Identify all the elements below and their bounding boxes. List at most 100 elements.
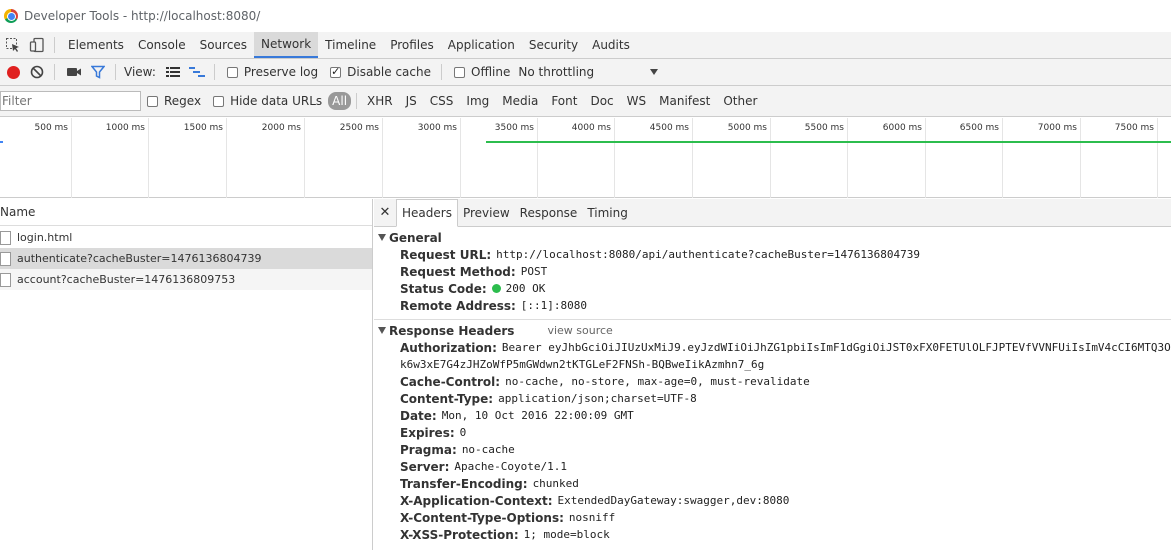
tab-network[interactable]: Network (254, 32, 319, 58)
general-section-toggle[interactable]: General (378, 229, 1171, 246)
filter-bar: Regex Hide data URLs All XHR JS CSS Img … (0, 86, 1171, 117)
throttling-select[interactable]: No throttling (518, 65, 659, 79)
request-name: login.html (17, 231, 73, 244)
header-key: Status Code: (400, 281, 487, 296)
tab-headers[interactable]: Headers (396, 199, 458, 227)
checkbox-box (147, 95, 158, 107)
timeline-tick: 6000 ms (848, 118, 926, 198)
tab-timeline[interactable]: Timeline (318, 32, 383, 58)
header-value: 200 OK (505, 282, 546, 295)
header-row-transfer-encoding: Transfer-Encoding: chunked (400, 475, 1171, 492)
details-tabbar: ✕ Headers Preview Response Timing (374, 199, 1171, 227)
timeline-tick: 1500 ms (149, 118, 227, 198)
tab-label: Headers (402, 206, 452, 220)
device-mode-icon[interactable] (26, 32, 48, 58)
tab-response[interactable]: Response (515, 199, 583, 226)
header-value: application/json;charset=UTF-8 (498, 392, 697, 405)
overview-icon[interactable] (186, 61, 208, 83)
type-filter-media[interactable]: Media (496, 92, 544, 110)
capture-screenshots-icon[interactable] (63, 61, 85, 83)
header-key: X-Content-Type-Options: (400, 510, 564, 525)
name-column-header[interactable]: Name (0, 199, 372, 226)
clear-icon[interactable] (26, 61, 48, 83)
record-dot (6, 65, 20, 79)
header-value: Apache-Coyote/1.1 (454, 460, 567, 473)
large-rows-icon[interactable] (162, 61, 184, 83)
tab-audits[interactable]: Audits (585, 32, 637, 58)
header-value: http://localhost:8080/api/authenticate?c… (496, 248, 920, 261)
header-row-authorization-continued: k6w3xE7G4zJHZoWfP5mGWdwn2tKTGLeF2FNSh-BQ… (400, 356, 1171, 373)
tab-elements[interactable]: Elements (61, 32, 131, 58)
filter-icon[interactable] (87, 61, 109, 83)
hide-data-urls-checkbox[interactable]: Hide data URLs (213, 94, 322, 108)
preserve-log-checkbox[interactable]: Preserve log (226, 65, 318, 79)
tab-label: Preview (462, 205, 510, 220)
timeline-tick: 6500 ms (926, 118, 1003, 198)
section-title: General (389, 230, 442, 245)
tab-label: Timing (587, 205, 628, 220)
header-row-request-url: Request URL: http://localhost:8080/api/a… (400, 246, 1171, 263)
type-filter-font[interactable]: Font (545, 92, 583, 110)
header-value: no-cache (461, 443, 515, 456)
header-row-request-method: Request Method: POST (400, 263, 1171, 280)
timeline-tick: 5000 ms (693, 118, 771, 198)
request-row-authenticate[interactable]: authenticate?cacheBuster=1476136804739 (0, 248, 372, 269)
offline-checkbox[interactable]: Offline (454, 65, 510, 79)
header-row-date: Date: Mon, 10 Oct 2016 22:00:09 GMT (400, 407, 1171, 424)
timeline-tick: 2500 ms (305, 118, 383, 198)
view-source-link[interactable]: view source (547, 324, 612, 337)
tab-profiles[interactable]: Profiles (383, 32, 441, 58)
header-row-pragma: Pragma: no-cache (400, 441, 1171, 458)
close-icon[interactable]: ✕ (374, 199, 396, 226)
status-ok-icon (491, 284, 501, 293)
type-filter-all[interactable]: All (328, 92, 352, 110)
header-value: 1; mode=block (523, 528, 610, 541)
header-row-authorization: Authorization: Bearer eyJhbGciOiJIUzUxMi… (400, 339, 1171, 356)
request-row-account[interactable]: account?cacheBuster=1476136809753 (0, 269, 372, 290)
type-filter-xhr[interactable]: XHR (361, 92, 399, 110)
header-value: 0 (459, 426, 467, 439)
type-filter-img[interactable]: Img (460, 92, 495, 110)
type-filter-manifest[interactable]: Manifest (653, 92, 716, 110)
tab-security[interactable]: Security (522, 32, 585, 58)
header-key: Server: (400, 459, 450, 474)
request-row-login[interactable]: login.html (0, 227, 372, 248)
checkbox-box (330, 65, 342, 78)
header-key: Cache-Control: (400, 374, 501, 389)
header-value: nosniff (568, 511, 616, 524)
regex-checkbox[interactable]: Regex (147, 94, 201, 108)
tab-label: Console (137, 38, 186, 52)
toolbar-divider (441, 64, 442, 80)
header-row-x-application-context: X-Application-Context: ExtendedDayGatewa… (400, 492, 1171, 509)
header-row-cache-control: Cache-Control: no-cache, no-store, max-a… (400, 373, 1171, 390)
tab-label: Audits (592, 38, 630, 52)
tab-preview[interactable]: Preview (458, 199, 515, 226)
requests-panel: Name login.html authenticate?cacheBuster… (0, 199, 373, 550)
tick-label: 2500 ms (339, 123, 379, 133)
timeline-tick: 3000 ms (383, 118, 461, 198)
chevron-down-icon (650, 69, 659, 75)
tick-label: 5000 ms (727, 123, 767, 133)
filter-input[interactable] (0, 91, 141, 111)
header-value: Mon, 10 Oct 2016 22:00:09 GMT (441, 409, 634, 422)
timeline-overview[interactable]: 500 ms 1000 ms 1500 ms 2000 ms 2500 ms 3… (0, 118, 1171, 198)
timeline-tick: 4000 ms (538, 118, 615, 198)
record-icon[interactable] (2, 61, 24, 83)
disable-cache-checkbox[interactable]: Disable cache (330, 65, 431, 79)
response-headers-section-toggle[interactable]: Response Headers view source (378, 322, 1171, 339)
type-filter-js[interactable]: JS (400, 92, 423, 110)
type-filter-ws[interactable]: WS (621, 92, 652, 110)
type-filter-doc[interactable]: Doc (584, 92, 619, 110)
tab-application[interactable]: Application (441, 32, 522, 58)
triangle-down-icon (378, 327, 386, 334)
type-filter-css[interactable]: CSS (424, 92, 460, 110)
tab-timing[interactable]: Timing (582, 199, 633, 226)
tab-console[interactable]: Console (131, 32, 193, 58)
type-filter-other[interactable]: Other (717, 92, 763, 110)
toolbar-divider (54, 37, 55, 53)
request-bar-login (0, 141, 3, 143)
document-icon (0, 251, 11, 266)
tab-sources[interactable]: Sources (193, 32, 254, 58)
header-key: Request URL: (400, 247, 492, 262)
inspect-element-icon[interactable] (2, 32, 24, 58)
